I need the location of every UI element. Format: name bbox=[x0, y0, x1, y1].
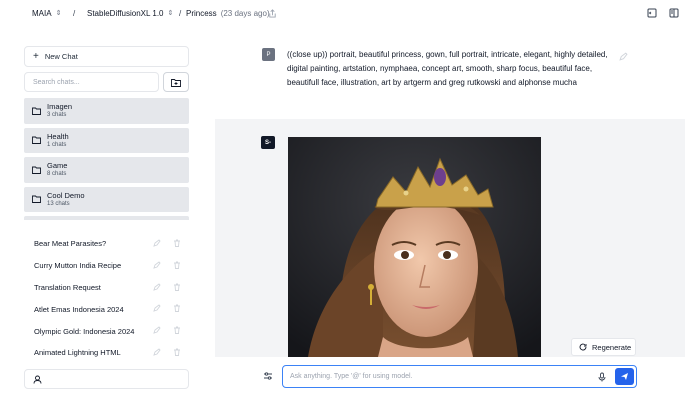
pencil-icon[interactable] bbox=[153, 326, 161, 334]
chat-item[interactable]: Translation Request bbox=[24, 277, 189, 299]
chat-item[interactable]: Olympic Gold: Indonesia 2024 bbox=[24, 320, 189, 342]
regenerate-label: Regenerate bbox=[592, 342, 632, 352]
user-profile-button[interactable] bbox=[24, 369, 189, 389]
trash-icon[interactable] bbox=[173, 283, 181, 291]
app-switcher[interactable]: MAIA ⇕ bbox=[32, 9, 61, 18]
chat-item-label: Curry Mutton India Recipe bbox=[34, 261, 122, 271]
split-view-icon[interactable] bbox=[667, 6, 681, 20]
generated-image[interactable] bbox=[288, 137, 541, 357]
folder-count: 1 chats bbox=[47, 141, 67, 148]
user-prompt-text: ((close up)) portrait, beautiful princes… bbox=[287, 50, 608, 87]
trash-icon[interactable] bbox=[173, 304, 181, 313]
sidebar: + New Chat Search chats... Imagen 3 chats… bbox=[0, 30, 205, 407]
main-panel: P ((close up)) portrait, beautiful princ… bbox=[215, 30, 700, 407]
chat-item-label: Animated Lightning HTML bbox=[34, 348, 121, 358]
message-input[interactable]: Ask anything. Type '@' for using model. bbox=[282, 365, 637, 388]
chat-list: Bear Meat Parasites? Curry Mutton India … bbox=[24, 233, 189, 364]
trash-icon[interactable] bbox=[173, 261, 181, 269]
folder-icon bbox=[32, 136, 41, 145]
folder-name: Imagen bbox=[47, 102, 73, 112]
princess-portrait-image bbox=[288, 137, 541, 357]
model-switcher[interactable]: StableDiffusionXL 1.0 ⇕ bbox=[87, 9, 173, 18]
assistant-avatar: S- bbox=[261, 136, 275, 149]
refresh-icon bbox=[579, 343, 587, 351]
folder-name: Cool Demo bbox=[47, 190, 85, 200]
pencil-icon[interactable] bbox=[153, 304, 161, 313]
folder-name: Health bbox=[47, 131, 69, 141]
pencil-icon[interactable] bbox=[153, 282, 161, 291]
folder-count: 8 chats bbox=[47, 171, 67, 178]
trash-icon[interactable] bbox=[173, 348, 181, 356]
folder-item-health[interactable]: Health 1 chats bbox=[24, 127, 189, 153]
send-icon bbox=[621, 373, 628, 380]
search-chats-input[interactable]: Search chats... bbox=[24, 72, 159, 92]
sliders-icon[interactable] bbox=[263, 371, 273, 381]
new-chat-label: New Chat bbox=[44, 52, 78, 61]
plus-icon: + bbox=[33, 50, 39, 62]
chat-age: (23 days ago) bbox=[220, 9, 270, 18]
pencil-icon[interactable] bbox=[153, 239, 161, 247]
folder-count: 3 chats bbox=[47, 112, 67, 119]
folder-icon bbox=[32, 107, 41, 115]
toggle-panel-icon[interactable] bbox=[645, 6, 659, 20]
assistant-message: S- Regenerate bbox=[215, 119, 685, 357]
new-chat-button[interactable]: + New Chat bbox=[24, 46, 189, 67]
chevron-updown-icon: ⇕ bbox=[55, 10, 62, 17]
folder-count: 13 chats bbox=[47, 200, 70, 207]
chat-title: Princess bbox=[186, 9, 217, 18]
pencil-icon[interactable] bbox=[153, 348, 161, 356]
model-name: StableDiffusionXL 1.0 bbox=[87, 9, 164, 18]
chevron-updown-icon: ⇕ bbox=[167, 10, 174, 17]
chat-item-label: Atlet Emas Indonesia 2024 bbox=[34, 304, 124, 314]
chat-item[interactable]: Atlet Emas Indonesia 2024 bbox=[24, 298, 189, 320]
user-avatar: P bbox=[262, 48, 275, 61]
trash-icon[interactable] bbox=[173, 239, 181, 247]
user-icon bbox=[33, 375, 42, 384]
pencil-icon[interactable] bbox=[153, 261, 161, 269]
folder-name: Game bbox=[47, 161, 68, 171]
message-input-placeholder: Ask anything. Type '@' for using model. bbox=[290, 373, 413, 380]
chat-item-label: Olympic Gold: Indonesia 2024 bbox=[34, 326, 135, 336]
new-folder-button[interactable] bbox=[163, 72, 189, 92]
chat-item[interactable]: Animated Lightning HTML bbox=[24, 342, 189, 364]
regenerate-button[interactable]: Regenerate bbox=[571, 338, 636, 356]
folder-item-imagen[interactable]: Imagen 3 chats bbox=[24, 98, 189, 124]
app-name: MAIA bbox=[32, 9, 52, 18]
folder-icon bbox=[32, 166, 41, 174]
search-placeholder: Search chats... bbox=[33, 78, 80, 86]
folder-icon bbox=[32, 195, 41, 204]
chat-item-label: Bear Meat Parasites? bbox=[34, 239, 107, 249]
top-bar: MAIA ⇕ / StableDiffusionXL 1.0 ⇕ / Princ… bbox=[0, 0, 700, 30]
folder-list: Imagen 3 chats Health 1 chats Game 8 chats … bbox=[24, 98, 189, 220]
folder-plus-icon bbox=[171, 78, 181, 87]
microphone-icon[interactable] bbox=[598, 372, 606, 382]
folder-item-game[interactable]: Game 8 chats bbox=[24, 157, 189, 183]
send-button[interactable] bbox=[615, 368, 634, 385]
share-icon[interactable] bbox=[265, 6, 279, 20]
breadcrumb-separator: / bbox=[179, 9, 182, 18]
folder-item-cool-demo[interactable]: Cool Demo 13 chats bbox=[24, 186, 189, 212]
chat-item[interactable]: Bear Meat Parasites? bbox=[24, 233, 189, 255]
chat-breadcrumb: Princess (23 days ago) bbox=[186, 9, 270, 18]
trash-icon[interactable] bbox=[173, 326, 181, 335]
chat-item[interactable]: Curry Mutton India Recipe bbox=[24, 255, 189, 277]
folder-item-partial[interactable] bbox=[24, 216, 189, 220]
breadcrumb-separator: / bbox=[73, 9, 76, 18]
chat-item-label: Translation Request bbox=[34, 282, 101, 292]
edit-message-icon[interactable] bbox=[619, 52, 628, 61]
